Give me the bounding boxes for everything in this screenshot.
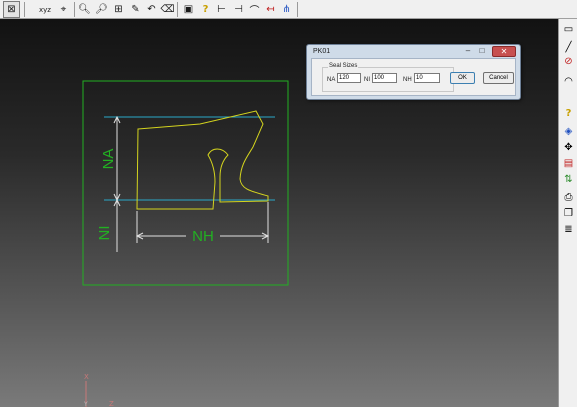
snap-grid-icon[interactable]: ⌖ [55, 1, 72, 18]
zoom-window-icon[interactable]: ⊞ [110, 1, 127, 18]
pencil-icon[interactable]: ✎ [127, 1, 144, 18]
nh-field[interactable]: 10 [414, 73, 440, 83]
edit-tool-icon[interactable]: ⇅ [560, 171, 577, 187]
close-icon[interactable]: ✕ [492, 46, 516, 57]
move-icon[interactable]: ✥ [560, 139, 577, 155]
dimension-ni-label: NI [96, 226, 113, 241]
help-icon[interactable]: ? [560, 105, 577, 121]
toolbar-separator [297, 2, 298, 17]
right-toolbar: ▭ ╱ ⊘ ◠ ? ◈ ✥ ▤ ⇅ ⎙ ❐ ≣ [558, 19, 577, 407]
arc-dimension-icon[interactable]: ⌒ [246, 1, 263, 18]
copy-icon[interactable]: ❐ [560, 205, 577, 221]
dimension-nh-label: NH [192, 228, 214, 245]
dimension-arrow-icon[interactable]: ↤ [262, 1, 279, 18]
ok-button[interactable]: OK [450, 72, 475, 84]
axis-z-label: Z [109, 400, 114, 407]
print-icon[interactable]: ⎙ [560, 189, 577, 205]
select-box-icon[interactable]: ⊠ [3, 1, 20, 18]
na-field[interactable]: 120 [337, 73, 361, 83]
measure-icon[interactable]: ≣ [560, 221, 577, 237]
help-icon[interactable]: ? [197, 1, 214, 18]
minimize-icon[interactable]: – [462, 47, 474, 56]
cancel-button[interactable]: Cancel [483, 72, 514, 84]
dimension-na-label: NA [100, 149, 117, 170]
dialog-title: PK01 [313, 48, 331, 55]
zoom-icon[interactable]: 🔍︎ [76, 1, 93, 18]
layer-icon[interactable]: ▣ [180, 1, 197, 18]
toolbar-separator [74, 2, 75, 17]
circle-icon[interactable]: ⊘ [560, 53, 577, 69]
xyz-coordinates-icon[interactable]: xyz [37, 1, 53, 18]
na-label: NA [327, 77, 336, 83]
undo-icon[interactable]: ↶ [143, 1, 160, 18]
main-toolbar: ⊠ xyz ⌖ 🔍︎ 🔎︎ ⊞ ✎ ↶ ⌫ ▣ ? ⊢ ⊣ ⌒ ↤ ⋔ [0, 0, 577, 19]
zoom-previous-icon[interactable]: 🔎︎ [93, 1, 110, 18]
xyz-label: xyz [39, 5, 51, 14]
toolbar-separator [24, 2, 25, 17]
ni-field[interactable]: 100 [372, 73, 397, 83]
rectangle-icon[interactable]: ▭ [560, 21, 577, 37]
network-icon[interactable]: ⋔ [278, 1, 295, 18]
drawing-frame [82, 80, 289, 286]
axis-x-label: X [84, 373, 89, 381]
toolbar-separator [177, 2, 178, 17]
nh-label: NH [403, 77, 412, 83]
text-tool-icon[interactable]: ▤ [560, 155, 577, 171]
arc-icon[interactable]: ◠ [560, 73, 577, 89]
axis-y-label: Y [83, 401, 88, 407]
seal-sizes-label: Seal Sizes [328, 63, 359, 69]
eraser-icon[interactable]: ⌫ [159, 1, 176, 18]
dimension-insert-icon[interactable]: ⊣ [230, 1, 247, 18]
cube-icon[interactable]: ◈ [560, 123, 577, 139]
maximize-icon[interactable]: □ [476, 47, 488, 56]
seal-profile[interactable] [136, 110, 269, 210]
dimension-horizontal-icon[interactable]: ⊢ [213, 1, 230, 18]
ni-label: NI [364, 77, 370, 83]
